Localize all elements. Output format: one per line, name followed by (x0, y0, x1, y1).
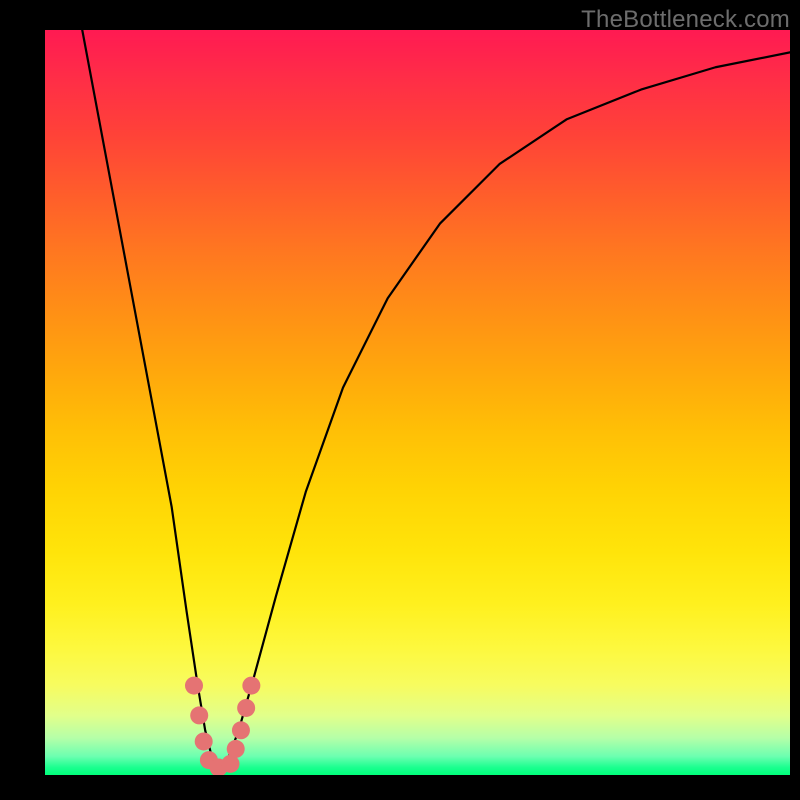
highlight-dot (237, 699, 255, 717)
chart-frame: TheBottleneck.com (0, 0, 800, 800)
curve-layer (45, 30, 790, 775)
highlight-dots (185, 677, 260, 775)
highlight-dot (242, 677, 260, 695)
highlight-dot (195, 732, 213, 750)
highlight-dot (185, 677, 203, 695)
highlight-dot (232, 721, 250, 739)
highlight-dot (227, 740, 245, 758)
watermark-text: TheBottleneck.com (581, 6, 790, 34)
bottleneck-curve (82, 30, 790, 768)
highlight-dot (190, 706, 208, 724)
plot-area (45, 30, 790, 775)
